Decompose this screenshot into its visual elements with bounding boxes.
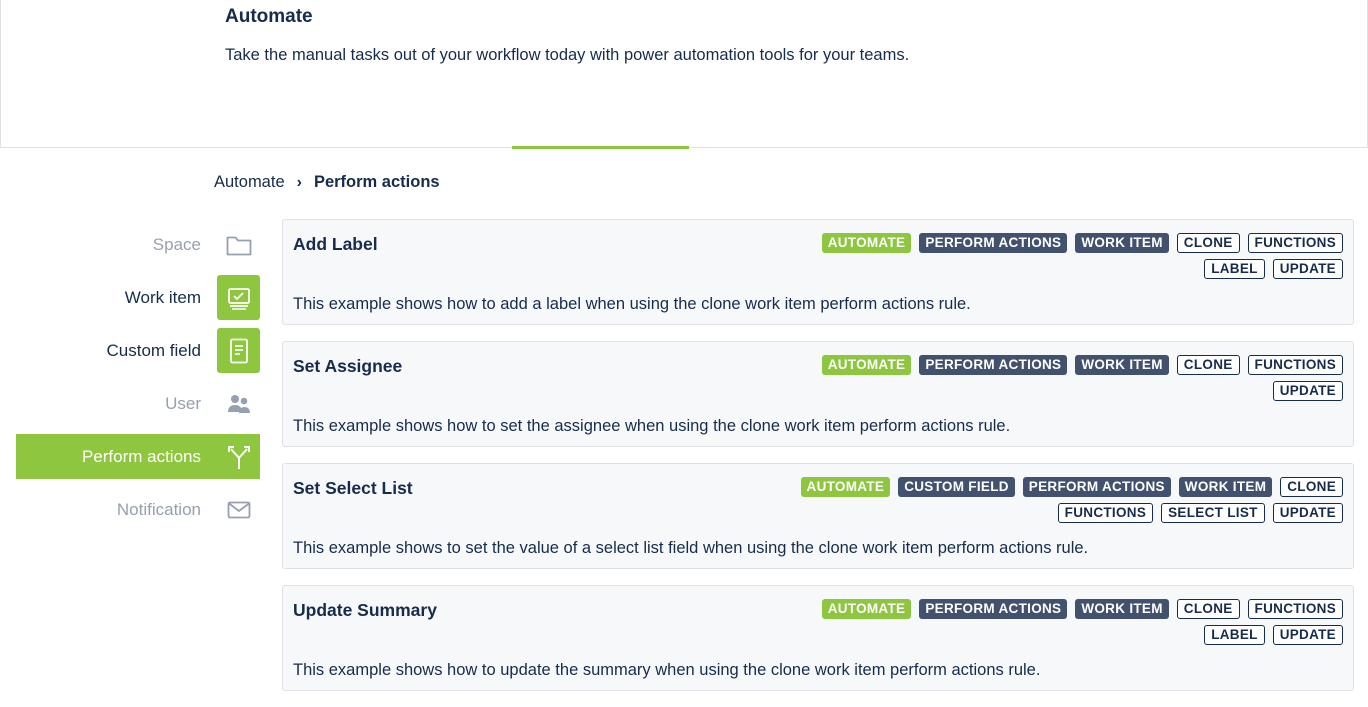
page-title: Automate: [225, 6, 313, 27]
tag-work-item[interactable]: WORK ITEM: [1075, 355, 1169, 375]
breadcrumb-root-link[interactable]: Automate: [214, 173, 285, 192]
sidebar-item-perform-actions[interactable]: Perform actions: [16, 434, 260, 479]
sidebar-item-work-item[interactable]: Work item: [16, 271, 260, 324]
tag-work-item[interactable]: WORK ITEM: [1075, 233, 1169, 253]
sidebar-item-custom-field[interactable]: Custom field: [16, 324, 260, 377]
tag-list: AUTOMATE PERFORM ACTIONS WORK ITEM CLONE FUN…: [783, 599, 1343, 645]
tag-work-item[interactable]: WORK ITEM: [1178, 477, 1273, 497]
tag-update[interactable]: UPDATE: [1272, 381, 1343, 401]
tag-perform-actions[interactable]: PERFORM ACTIONS: [1022, 477, 1171, 497]
header-accent-bar: [512, 146, 689, 149]
sidebar-item-label: Work item: [124, 287, 201, 307]
tag-functions[interactable]: FUNCTIONS: [1247, 233, 1343, 253]
card-description: This example shows how to add a label wh…: [293, 295, 971, 313]
card-description: This example shows how to set the assign…: [293, 417, 1011, 435]
folder-icon: [217, 222, 260, 267]
example-card[interactable]: Add Label AUTOMATE PERFORM ACTIONS WORK ITE…: [282, 219, 1354, 325]
sidebar-item-label: Perform actions: [81, 446, 201, 466]
breadcrumb-current: Perform actions: [313, 173, 440, 191]
card-title[interactable]: Set Select List: [293, 478, 413, 499]
tag-update[interactable]: UPDATE: [1272, 259, 1343, 279]
example-card[interactable]: Set Assignee AUTOMATE PERFORM ACTIONS WORK …: [282, 341, 1354, 447]
chevron-right-icon: ›: [296, 173, 302, 191]
tag-list: AUTOMATE PERFORM ACTIONS WORK ITEM CLONE FUN…: [783, 355, 1343, 401]
example-card[interactable]: Update Summary AUTOMATE PERFORM ACTIONS WOR…: [282, 585, 1354, 691]
tag-perform-actions[interactable]: PERFORM ACTIONS: [919, 355, 1068, 375]
tag-functions[interactable]: FUNCTIONS: [1247, 355, 1343, 375]
page-description: Take the manual tasks out of your workfl…: [225, 46, 910, 64]
tag-clone[interactable]: CLONE: [1280, 477, 1343, 497]
card-description: This example shows to set the value of a…: [293, 539, 1089, 557]
tag-list: AUTOMATE PERFORM ACTIONS WORK ITEM CLONE FUN…: [783, 233, 1343, 279]
example-card-list: Add Label AUTOMATE PERFORM ACTIONS WORK ITE…: [282, 219, 1354, 707]
tag-select-list[interactable]: SELECT LIST: [1161, 503, 1265, 523]
custom-field-icon: [217, 328, 260, 373]
tag-clone[interactable]: CLONE: [1176, 233, 1240, 253]
sidebar: Space Work item Custom field User Perfor…: [16, 218, 260, 536]
tag-automate[interactable]: AUTOMATE: [821, 599, 912, 619]
sidebar-item-label: User: [165, 393, 201, 413]
tag-functions[interactable]: FUNCTIONS: [1247, 599, 1343, 619]
tag-custom-field[interactable]: CUSTOM FIELD: [898, 477, 1015, 497]
card-title[interactable]: Set Assignee: [293, 356, 402, 377]
example-card[interactable]: Set Select List AUTOMATE CUSTOM FIELD PERFO…: [282, 463, 1354, 569]
tag-clone[interactable]: CLONE: [1176, 355, 1240, 375]
tag-list: AUTOMATE CUSTOM FIELD PERFORM ACTIONS WORK …: [783, 477, 1343, 523]
tag-automate[interactable]: AUTOMATE: [821, 355, 912, 375]
users-icon: [217, 381, 260, 426]
card-title[interactable]: Add Label: [293, 234, 378, 255]
card-description: This example shows how to update the sum…: [293, 661, 1041, 679]
card-title[interactable]: Update Summary: [293, 600, 437, 621]
sidebar-item-label: Custom field: [106, 340, 201, 360]
tag-functions[interactable]: FUNCTIONS: [1057, 503, 1154, 523]
tag-update[interactable]: UPDATE: [1272, 625, 1343, 645]
envelope-icon: [217, 487, 260, 532]
tag-label[interactable]: LABEL: [1204, 625, 1265, 645]
sidebar-item-label: Notification: [116, 499, 201, 519]
tag-perform-actions[interactable]: PERFORM ACTIONS: [919, 599, 1068, 619]
tag-clone[interactable]: CLONE: [1176, 599, 1240, 619]
tag-automate[interactable]: AUTOMATE: [821, 233, 912, 253]
tag-label[interactable]: LABEL: [1204, 259, 1265, 279]
sidebar-item-user[interactable]: User: [16, 377, 260, 430]
tag-perform-actions[interactable]: PERFORM ACTIONS: [919, 233, 1068, 253]
branch-icon: [217, 434, 260, 479]
tag-automate[interactable]: AUTOMATE: [800, 477, 891, 497]
tag-work-item[interactable]: WORK ITEM: [1075, 599, 1169, 619]
breadcrumb: Automate › Perform actions: [214, 173, 440, 192]
sidebar-item-space[interactable]: Space: [16, 218, 260, 271]
sidebar-item-notification[interactable]: Notification: [16, 483, 260, 536]
tag-update[interactable]: UPDATE: [1272, 503, 1343, 523]
page-header: Automate Take the manual tasks out of yo…: [0, 0, 1368, 148]
work-item-icon: [217, 275, 260, 320]
sidebar-item-label: Space: [152, 234, 201, 254]
